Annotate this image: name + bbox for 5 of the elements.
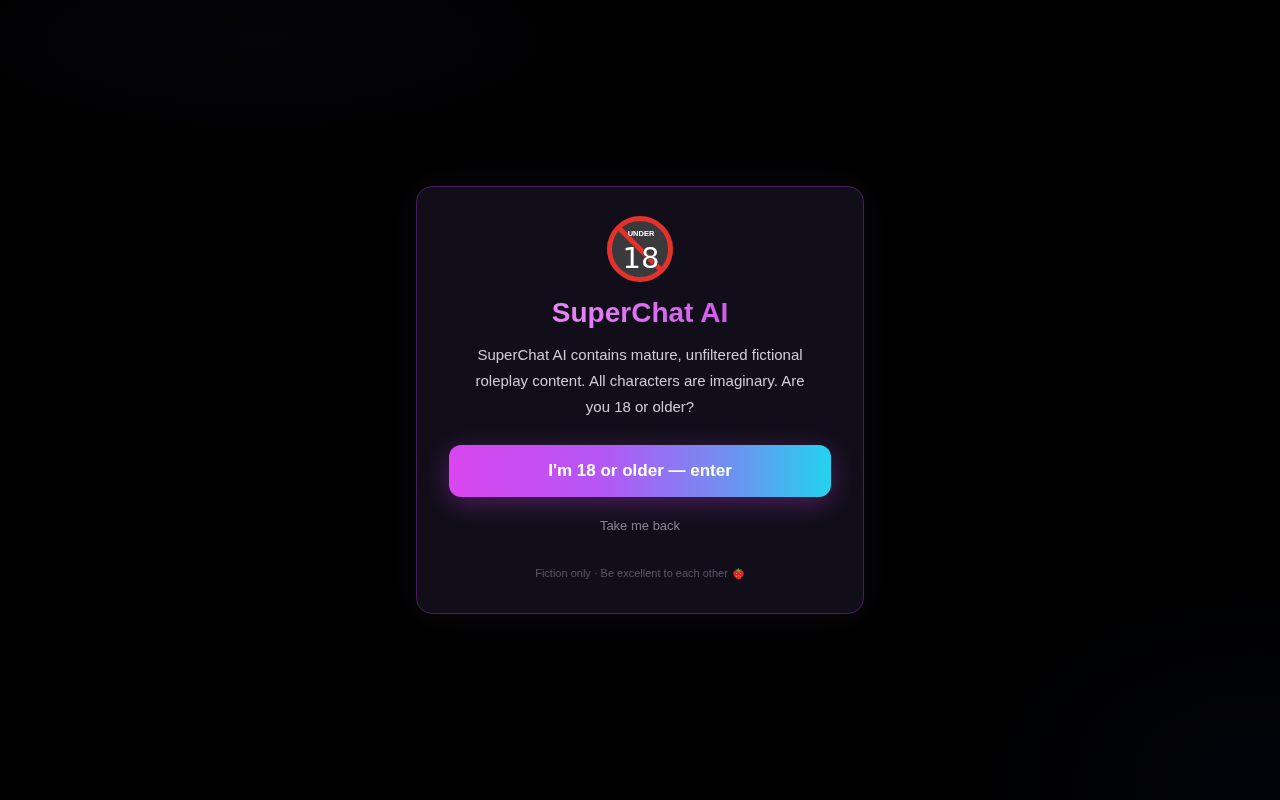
back-link[interactable]: Take me back bbox=[599, 516, 681, 536]
footer-note: Fiction only · Be excellent to each other bbox=[535, 566, 728, 581]
dialog-message: SuperChat AI contains mature, unfiltered fictional roleplay content. All characters are imaginary. Are you 18 or older? bbox=[474, 345, 806, 417]
confirm-age-button[interactable]: I'm 18 or older — enter bbox=[449, 445, 831, 497]
strawberry-icon bbox=[731, 566, 745, 580]
